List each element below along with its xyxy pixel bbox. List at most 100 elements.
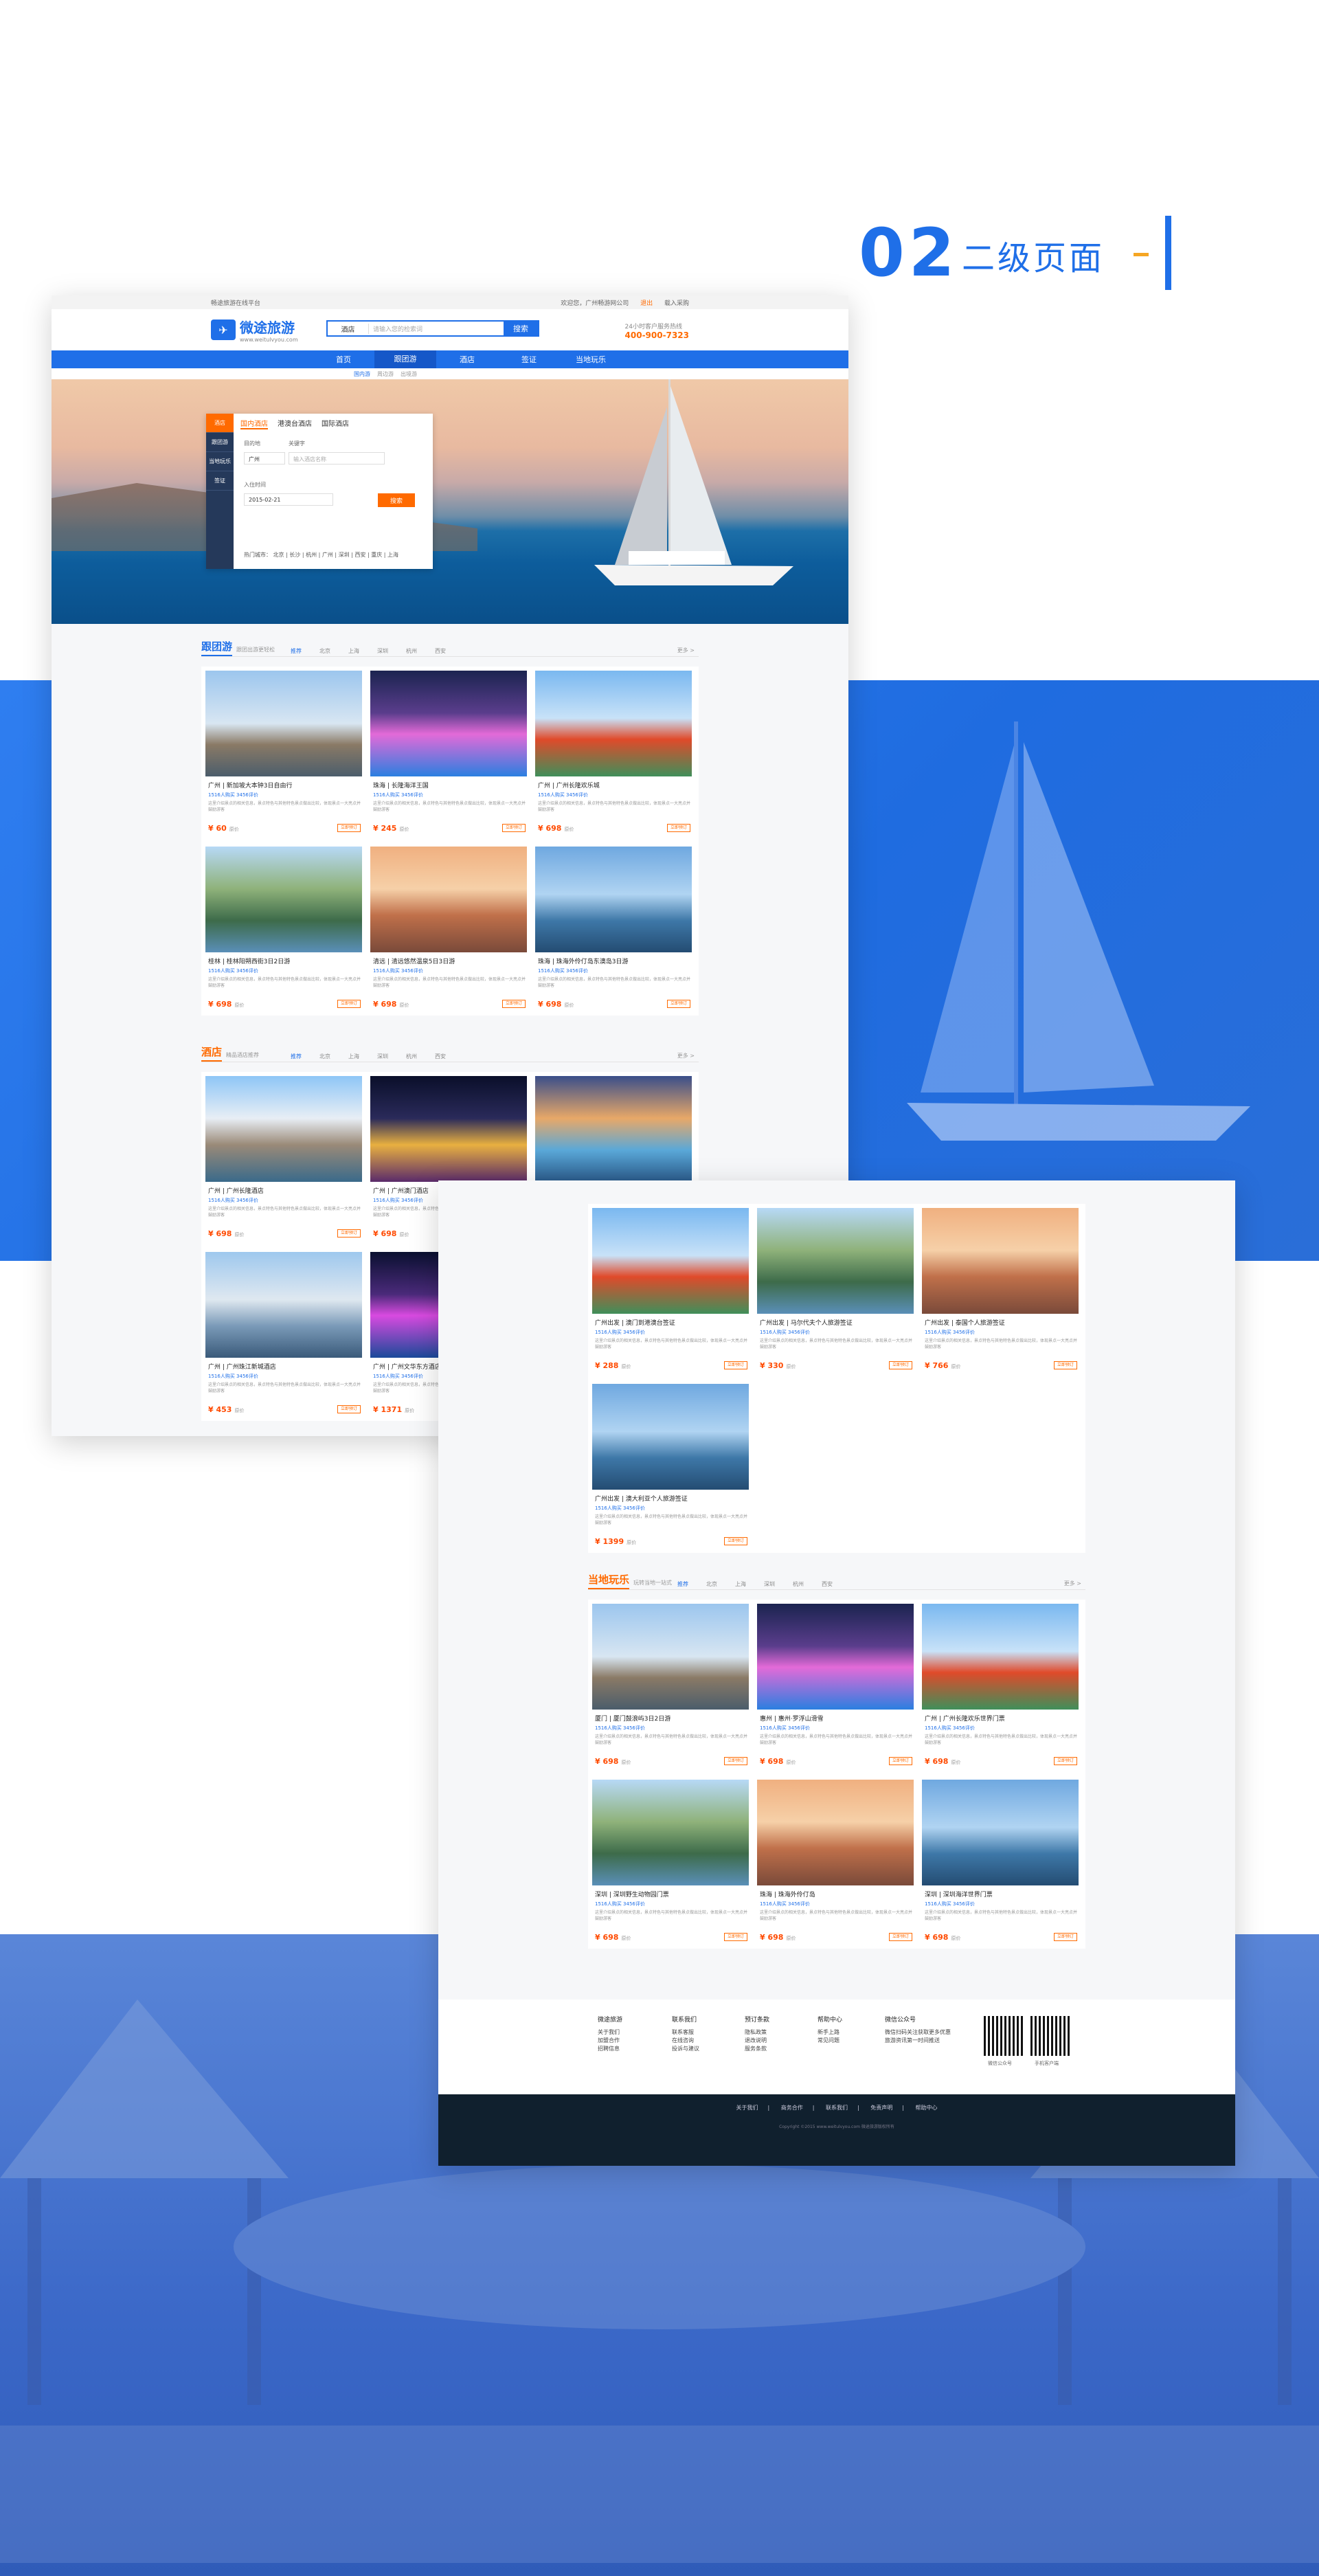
footer-link[interactable]: 联系客服 [672,2028,699,2037]
product-card[interactable]: 清远 | 清远悠然温泉5日3日游 1516人购买 3456评价 这里介绍景点的相关信… [370,847,528,1011]
product-image[interactable] [592,1780,749,1885]
product-image[interactable] [205,1076,362,1182]
search-category-select[interactable]: 酒店 [328,323,369,334]
sub-nav-abroad[interactable]: 出境游 [401,370,417,378]
product-image[interactable] [535,671,692,776]
product-image[interactable] [922,1208,1079,1314]
product-title[interactable]: 广州 | 广州珠江新城酒店 [208,1362,361,1371]
product-title[interactable]: 珠海 | 珠海外伶仃岛东澳岛3日游 [538,956,690,965]
section-tab[interactable]: 深圳 [377,647,388,655]
logout-link[interactable]: 退出 [640,300,653,307]
product-image[interactable] [370,671,527,776]
section-tab[interactable]: 深圳 [764,1580,775,1588]
section-tab[interactable]: 北京 [319,1053,330,1060]
section-tab[interactable]: 杭州 [406,647,417,655]
keyword-input[interactable]: 输入酒店名称 [289,452,385,464]
product-title[interactable]: 深圳 | 深圳野生动物园门票 [595,1890,747,1899]
product-image[interactable] [592,1384,749,1490]
product-title[interactable]: 广州出发 | 澳大利亚个人旅游签证 [595,1494,747,1503]
product-image[interactable] [535,847,692,952]
footer-bottom-link[interactable]: 商务合作 [781,2105,803,2111]
product-image[interactable] [205,847,362,952]
footer-bottom-link[interactable]: 关于我们 [736,2105,758,2111]
nav-local[interactable]: 当地玩乐 [560,354,622,365]
section-tab[interactable]: 西安 [435,1053,446,1060]
section-tab[interactable]: 上海 [348,647,359,655]
section-tab[interactable]: 深圳 [377,1053,388,1060]
section-tab[interactable]: 西安 [822,1580,833,1588]
section-tab[interactable]: 北京 [319,647,330,655]
product-title[interactable]: 广州出发 | 马尔代夫个人旅游签证 [760,1318,912,1327]
side-tab-group[interactable]: 跟团游 [206,433,234,452]
more-link[interactable]: 更多 > [1064,1580,1081,1587]
product-image[interactable] [757,1604,914,1710]
city-input[interactable]: 广州 [244,452,285,464]
side-tab-local[interactable]: 当地玩乐 [206,452,234,471]
footer-link[interactable]: 服务条款 [745,2045,769,2053]
book-button[interactable]: 立即预订 [337,1405,361,1413]
product-image[interactable] [757,1780,914,1885]
product-title[interactable]: 广州 | 广州长隆酒店 [208,1186,361,1195]
section-tab[interactable]: 西安 [435,647,446,655]
site-logo[interactable]: ✈ 微途旅游 www.weitulvyou.com [211,317,298,343]
section-tab[interactable]: 杭州 [793,1580,804,1588]
product-image[interactable] [535,1076,692,1182]
more-link[interactable]: 更多 > [677,1052,695,1060]
book-button[interactable]: 立即预订 [337,1000,361,1008]
product-image[interactable] [205,671,362,776]
product-card[interactable]: 广州出发 | 马尔代夫个人旅游签证 1516人购买 3456评价 这里介绍景点的相关… [757,1208,915,1373]
purchase-link[interactable]: 载入采购 [664,300,689,307]
footer-bottom-link[interactable]: 联系我们 [826,2105,848,2111]
product-title[interactable]: 厦门 | 厦门鼓浪屿3日2日游 [595,1714,747,1723]
book-button[interactable]: 立即预订 [889,1933,912,1941]
product-card[interactable]: 深圳 | 深圳海洋世界门票 1516人购买 3456评价 这里介绍景点的相关信息，景… [922,1780,1080,1945]
product-title[interactable]: 广州 | 广州长隆欢乐城 [538,781,690,789]
product-card[interactable]: 广州出发 | 澳大利亚个人旅游签证 1516人购买 3456评价 这里介绍景点的相关… [592,1384,750,1549]
book-button[interactable]: 立即预订 [502,824,526,832]
book-button[interactable]: 立即预订 [337,824,361,832]
nav-home[interactable]: 首页 [313,354,374,365]
booking-search-button[interactable]: 搜索 [378,493,415,507]
product-card[interactable]: 广州出发 | 澳门到港澳台签证 1516人购买 3456评价 这里介绍景点的相关信息… [592,1208,750,1373]
tab-domestic-hotel[interactable]: 国内酒店 [240,418,268,429]
section-tab[interactable]: 上海 [348,1053,359,1060]
side-tab-visa[interactable]: 签证 [206,471,234,491]
more-link[interactable]: 更多 > [677,647,695,654]
footer-link[interactable]: 加盟合作 [598,2037,622,2045]
product-title[interactable]: 惠州 | 惠州·罗浮山滑雪 [760,1714,912,1723]
product-card[interactable]: 广州 | 广州珠江新城酒店 1516人购买 3456评价 这里介绍景点的相关信息，景… [205,1252,363,1417]
product-card[interactable]: 深圳 | 深圳野生动物园门票 1516人购买 3456评价 这里介绍景点的相关信息，… [592,1780,750,1945]
product-card[interactable]: 广州出发 | 泰国个人旅游签证 1516人购买 3456评价 这里介绍景点的相关信息… [922,1208,1080,1373]
book-button[interactable]: 立即预订 [1054,1757,1077,1765]
footer-link[interactable]: 隐私政策 [745,2028,769,2037]
product-title[interactable]: 广州 | 广州长隆欢乐世界门票 [925,1714,1077,1723]
nav-visa[interactable]: 签证 [498,354,560,365]
footer-bottom-link[interactable]: 免责声明 [870,2105,892,2111]
nav-group-tour[interactable]: 跟团游 [374,350,436,368]
product-card[interactable]: 桂林 | 桂林阳朔西街3日2日游 1516人购买 3456评价 这里介绍景点的相关信… [205,847,363,1011]
product-card[interactable]: 珠海 | 长隆海洋王国 1516人购买 3456评价 这里介绍景点的相关信息，景点特… [370,671,528,836]
product-title[interactable]: 深圳 | 深圳海洋世界门票 [925,1890,1077,1899]
product-image[interactable] [205,1252,362,1358]
footer-link[interactable]: 退改说明 [745,2037,769,2045]
product-title[interactable]: 广州出发 | 泰国个人旅游签证 [925,1318,1077,1327]
nav-hotel[interactable]: 酒店 [436,354,498,365]
book-button[interactable]: 立即预订 [502,1000,526,1008]
tab-hk-hotel[interactable]: 港澳台酒店 [278,418,312,429]
book-button[interactable]: 立即预订 [724,1933,747,1941]
book-button[interactable]: 立即预订 [667,824,690,832]
product-image[interactable] [370,1076,527,1182]
product-card[interactable]: 珠海 | 珠海外伶仃岛 1516人购买 3456评价 这里介绍景点的相关信息，景点特… [757,1780,915,1945]
footer-link[interactable]: 常见问题 [818,2037,842,2045]
section-tab[interactable]: 推荐 [291,1053,302,1060]
product-image[interactable] [922,1604,1079,1710]
product-image[interactable] [592,1208,749,1314]
book-button[interactable]: 立即预订 [337,1229,361,1237]
product-card[interactable]: 珠海 | 珠海外伶仃岛东澳岛3日游 1516人购买 3456评价 这里介绍景点的相关… [535,847,693,1011]
sub-nav-nearby[interactable]: 周边游 [377,370,394,378]
tab-intl-hotel[interactable]: 国际酒店 [322,418,349,429]
book-button[interactable]: 立即预订 [1054,1361,1077,1369]
book-button[interactable]: 立即预订 [724,1361,747,1369]
section-tab[interactable]: 上海 [735,1580,746,1588]
product-card[interactable]: 惠州 | 惠州·罗浮山滑雪 1516人购买 3456评价 这里介绍景点的相关信息，景… [757,1604,915,1769]
